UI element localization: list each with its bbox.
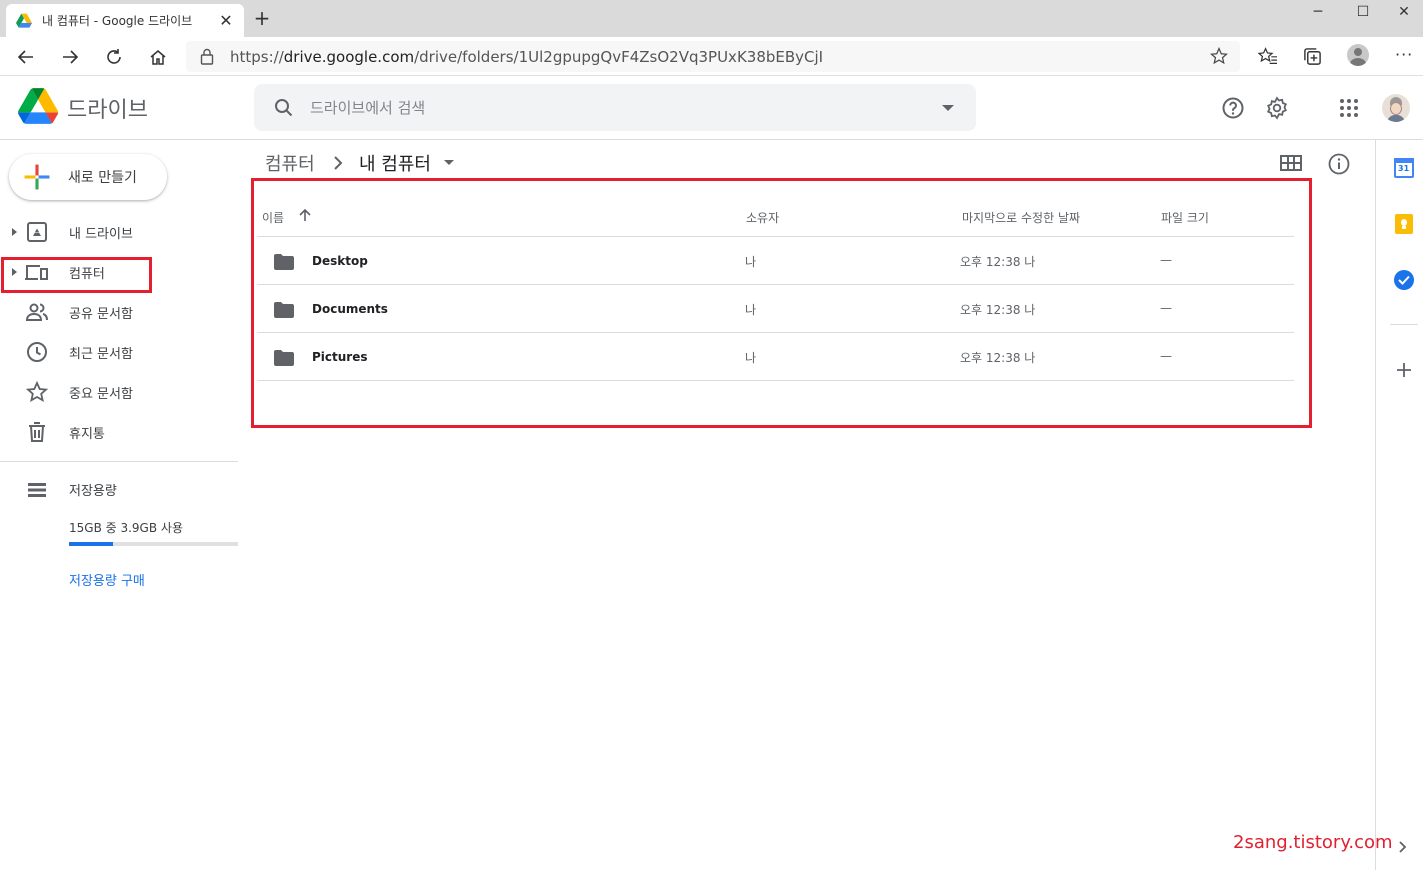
sidebar-item-label: 휴지통 xyxy=(69,426,105,442)
search-options-icon[interactable] xyxy=(940,100,956,116)
search-icon[interactable] xyxy=(272,96,296,120)
new-button[interactable]: 새로 만들기 xyxy=(9,154,167,200)
tab-close-icon[interactable]: ✕ xyxy=(218,11,234,30)
drive-header: 드라이브 드라이브에서 검색 xyxy=(0,76,1423,140)
url-field[interactable]: https://drive.google.com/drive/folders/1… xyxy=(186,41,1240,72)
sidebar-item-starred[interactable]: 중요 문서함 xyxy=(0,376,238,408)
maximize-icon[interactable]: ☐ xyxy=(1340,0,1386,24)
address-toolbar: https://drive.google.com/drive/folders/1… xyxy=(0,37,1423,76)
favorites-icon[interactable] xyxy=(1258,47,1278,65)
more-options-icon[interactable]: ··· xyxy=(1395,45,1413,64)
tasks-icon[interactable] xyxy=(1394,270,1414,290)
info-icon[interactable] xyxy=(1327,152,1351,176)
new-plus-icon xyxy=(24,164,50,190)
drive-favicon-icon xyxy=(16,13,32,28)
recent-clock-icon xyxy=(27,342,47,362)
browser-tab[interactable]: 내 컴퓨터 - Google 드라이브 ✕ xyxy=(6,4,244,37)
refresh-icon[interactable] xyxy=(100,43,128,71)
storage-progress-fill xyxy=(69,542,113,546)
apps-grid-icon[interactable] xyxy=(1337,96,1361,120)
buy-storage-link[interactable]: 저장용량 구매 xyxy=(69,570,145,589)
drive-logo-icon[interactable] xyxy=(18,88,58,124)
breadcrumb-computers[interactable]: 컴퓨터 xyxy=(265,150,315,176)
watermark-text: 2sang.tistory.com xyxy=(1233,832,1393,853)
my-drive-icon xyxy=(27,222,47,242)
sidebar-item-recent[interactable]: 최근 문서함 xyxy=(0,336,238,368)
storage-progress-bar xyxy=(69,542,238,546)
highlight-box-computers xyxy=(1,257,152,293)
highlight-box-file-list xyxy=(251,178,1312,428)
calendar-icon[interactable]: 31 xyxy=(1394,158,1414,178)
back-icon[interactable] xyxy=(12,43,40,71)
app-name[interactable]: 드라이브 xyxy=(67,92,148,124)
keep-icon[interactable] xyxy=(1394,214,1414,234)
lock-icon[interactable] xyxy=(200,48,214,65)
expand-panel-chevron-icon[interactable] xyxy=(1398,840,1408,854)
sidebar-item-label: 중요 문서함 xyxy=(69,386,133,402)
shared-icon xyxy=(25,303,48,321)
profile-icon[interactable] xyxy=(1347,44,1369,66)
side-panel-divider xyxy=(1390,324,1418,325)
search-input[interactable]: 드라이브에서 검색 xyxy=(310,97,940,118)
sidebar-item-my-drive[interactable]: 내 드라이브 xyxy=(0,216,238,248)
favorite-star-icon[interactable] xyxy=(1210,47,1228,65)
search-bar[interactable]: 드라이브에서 검색 xyxy=(254,84,976,131)
account-avatar[interactable] xyxy=(1382,94,1410,122)
collections-icon[interactable] xyxy=(1303,47,1322,66)
settings-gear-icon[interactable] xyxy=(1265,96,1289,120)
tab-title: 내 컴퓨터 - Google 드라이브 xyxy=(42,14,193,28)
sidebar-divider xyxy=(0,461,238,462)
home-icon[interactable] xyxy=(144,43,172,71)
help-icon[interactable] xyxy=(1221,96,1245,120)
storage-icon xyxy=(28,483,46,497)
grid-view-icon[interactable] xyxy=(1280,154,1302,172)
calendar-day: 31 xyxy=(1398,164,1410,173)
storage-label[interactable]: 저장용량 xyxy=(69,480,117,499)
chevron-right-icon xyxy=(334,156,343,170)
storage-usage-text: 15GB 중 3.9GB 사용 xyxy=(69,521,183,535)
folder-menu-dropdown-icon[interactable] xyxy=(443,159,455,167)
sidebar-item-trash[interactable]: 휴지통 xyxy=(0,416,238,448)
browser-tab-bar: 내 컴퓨터 - Google 드라이브 ✕ + ─ ☐ ✕ xyxy=(0,0,1423,37)
sidebar-item-shared[interactable]: 공유 문서함 xyxy=(0,296,238,328)
breadcrumb-current[interactable]: 내 컴퓨터 xyxy=(359,150,431,176)
add-addon-icon[interactable] xyxy=(1394,360,1414,380)
sidebar-item-label: 최근 문서함 xyxy=(69,346,133,362)
minimize-icon[interactable]: ─ xyxy=(1295,0,1341,24)
url-prefix: https:// xyxy=(230,47,284,66)
sidebar-item-label: 공유 문서함 xyxy=(69,306,133,322)
url-host: drive.google.com xyxy=(283,47,415,66)
side-panel: 31 xyxy=(1375,140,1423,870)
forward-icon[interactable] xyxy=(56,43,84,71)
sidebar-item-label: 내 드라이브 xyxy=(69,226,133,242)
url-path: /drive/folders/1Ul2gpupgQvF4ZsO2Vq3PUxK3… xyxy=(414,47,824,66)
star-icon xyxy=(25,380,49,402)
new-tab-icon[interactable]: + xyxy=(252,8,272,28)
expand-caret-icon[interactable] xyxy=(10,226,18,238)
window-close-icon[interactable]: ✕ xyxy=(1385,0,1423,24)
trash-icon xyxy=(29,422,45,442)
new-button-label: 새로 만들기 xyxy=(68,170,137,186)
